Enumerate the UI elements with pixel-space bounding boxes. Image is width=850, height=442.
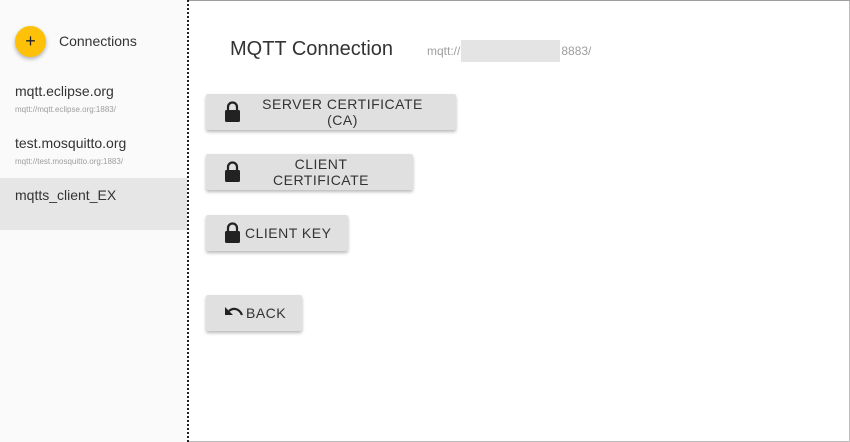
lock-icon	[224, 101, 241, 123]
main-panel: MQTT Connection mqtt:// 8883/ SERVER CER…	[190, 0, 848, 442]
button-label: SERVER CERTIFICATE (CA)	[262, 96, 423, 128]
connection-name: mqtt.eclipse.org	[15, 83, 114, 99]
connection-name: mqtts_client_EX	[15, 187, 117, 203]
sidebar-divider[interactable]	[187, 0, 189, 442]
connection-item-mqtt-eclipse[interactable]: mqtt.eclipse.org mqtt://mqtt.eclipse.org…	[0, 74, 187, 126]
client-certificate-button[interactable]: CLIENT CERTIFICATE	[206, 154, 413, 190]
redacted-host	[461, 40, 561, 62]
undo-arrow-icon	[224, 306, 244, 320]
sidebar: + Connections mqtt.eclipse.org mqtt://mq…	[0, 0, 187, 442]
lock-icon	[224, 161, 241, 183]
connection-url: mqtt://mqtt.eclipse.org:1883/	[15, 105, 116, 114]
connection-item-mqtts-client-ex[interactable]: mqtts_client_EX	[0, 178, 187, 230]
back-button[interactable]: BACK	[206, 295, 302, 331]
server-certificate-button[interactable]: SERVER CERTIFICATE (CA)	[206, 94, 456, 130]
page-title: MQTT Connection	[230, 38, 394, 60]
connection-url: mqtt://test.mosquitto.org:1883/	[15, 157, 124, 166]
button-label: BACK	[246, 305, 287, 321]
connection-list: mqtt.eclipse.org mqtt://mqtt.eclipse.org…	[0, 74, 187, 230]
button-label: CLIENT CERTIFICATE	[273, 156, 369, 188]
sidebar-title: Connections	[59, 33, 137, 49]
client-key-button[interactable]: CLIENT KEY	[206, 215, 348, 251]
lock-icon	[224, 222, 241, 244]
button-label: CLIENT KEY	[245, 225, 332, 241]
url-suffix: 8883/	[561, 44, 592, 58]
url-prefix: mqtt://	[427, 44, 461, 58]
connection-name: test.mosquitto.org	[15, 135, 127, 151]
plus-icon: +	[25, 31, 36, 51]
connection-item-test-mosquitto[interactable]: test.mosquitto.org mqtt://test.mosquitto…	[0, 126, 187, 178]
connection-url-display: mqtt:// 8883/	[427, 40, 591, 62]
add-connection-button[interactable]: +	[15, 26, 46, 57]
